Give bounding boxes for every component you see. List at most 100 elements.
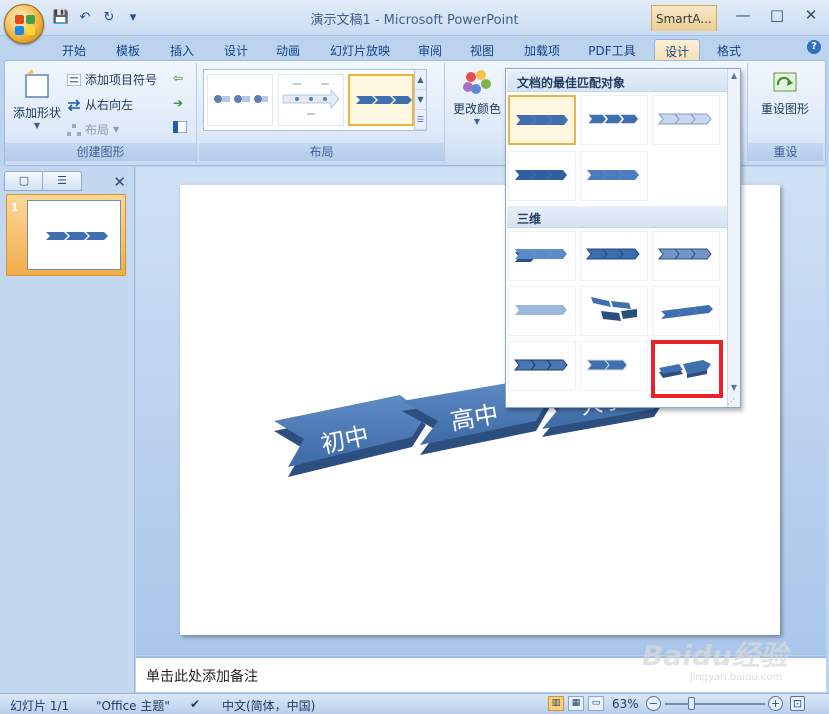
tab-animations[interactable]: 动画 (266, 39, 310, 60)
scroll-down-icon[interactable]: ▼ (415, 90, 426, 110)
tab-slideshow[interactable]: 幻灯片放映 (320, 39, 400, 60)
tab-home[interactable]: 开始 (52, 39, 96, 60)
arrow-timeline-thumb (282, 83, 340, 115)
slide-sorter-button[interactable]: ▦ (568, 696, 584, 711)
style-option-3d-inset[interactable] (580, 231, 648, 281)
status-bar: 幻灯片 1/1 "Office 主题" ✔ 中文(简体，中国) ▥ ▦ ▭ 63… (0, 693, 829, 714)
group-reset: 重设图形 重设 (747, 63, 823, 163)
layout-button[interactable]: 布局 ▼ (67, 121, 119, 138)
style-option-moderate[interactable] (508, 151, 576, 201)
section-header-best-match: 文档的最佳匹配对象 (507, 70, 727, 92)
slideshow-button[interactable]: ▭ (588, 696, 604, 711)
normal-view-button[interactable]: ▥ (548, 696, 564, 711)
style-option-3d-cartoon[interactable] (652, 231, 720, 281)
slide-thumbnail-item[interactable]: 1 (6, 194, 126, 276)
style-option-3d-polished[interactable] (508, 231, 576, 281)
help-icon[interactable]: ? (807, 40, 821, 54)
tab-addins[interactable]: 加载项 (514, 39, 570, 60)
scroll-up-icon[interactable]: ▲ (415, 70, 426, 90)
group-label-reset: 重设 (748, 143, 823, 161)
close-panel-icon[interactable]: ✕ (113, 173, 126, 191)
add-bullet-label: 添加项目符号 (85, 73, 158, 87)
spellcheck-icon[interactable]: ✔ (190, 697, 200, 711)
tab-slides[interactable]: ▢ (4, 171, 44, 191)
resize-grip-icon[interactable]: ⋰ (727, 397, 739, 407)
arrow-left-icon: ⇦ (173, 71, 184, 85)
slides-panel-tabs: ▢ ☰ ✕ (4, 171, 132, 193)
close-button[interactable]: ✕ (801, 6, 821, 26)
watermark-text: Baidu经验 (642, 639, 788, 672)
normal-view-icon: ▥ (551, 698, 561, 708)
add-shape-button[interactable]: 添加形状 ▼ (9, 67, 65, 139)
smartart-shape-1[interactable]: 初中 (274, 395, 426, 477)
reset-graphic-button[interactable]: 重设图形 (752, 67, 818, 139)
style-option-3d-flat[interactable] (652, 286, 720, 336)
change-colors-button[interactable]: 更改颜色 ▼ (451, 67, 503, 139)
style-option-intense[interactable] (580, 151, 648, 201)
gallery-more-icon[interactable]: ☰ (415, 110, 426, 130)
scroll-down-icon[interactable]: ▼ (728, 383, 740, 395)
slideshow-icon: ▭ (591, 698, 601, 708)
style-option-3d-sunset[interactable] (580, 341, 648, 391)
scroll-up-icon[interactable]: ▲ (728, 71, 740, 83)
tab-design[interactable]: 设计 (214, 39, 258, 60)
style-option-white-outline[interactable] (580, 95, 648, 145)
dropdown-scrollbar[interactable]: ▲ ▼ (727, 69, 740, 407)
dropdown-arrow-icon: ▼ (113, 125, 120, 134)
style-option-3d-powder[interactable] (508, 286, 576, 336)
style-option-3d-metallic[interactable] (508, 341, 576, 391)
style-thumb (515, 305, 567, 315)
zoom-in-button[interactable]: + (768, 696, 783, 711)
color-palette-icon (463, 70, 491, 94)
reset-graphic-icon (773, 72, 797, 92)
zoom-level[interactable]: 63% (612, 697, 639, 711)
smartart-tools-label: SmartA... (651, 5, 717, 31)
tab-insert[interactable]: 插入 (160, 39, 204, 60)
style-option-subtle[interactable] (652, 95, 720, 145)
zoom-slider[interactable] (665, 703, 765, 705)
fit-to-window-button[interactable]: ⊡ (790, 696, 805, 711)
thumbnail-chevrons (46, 232, 108, 240)
office-button[interactable] (4, 4, 44, 44)
slide-number: 1 (11, 201, 19, 214)
section-header-3d: 三维 (507, 206, 727, 228)
org-chart-icon (67, 123, 81, 136)
language-indicator[interactable]: 中文(简体，中国) (222, 697, 315, 714)
tab-pdf-tools[interactable]: PDF工具 (580, 39, 644, 60)
zoom-slider-thumb[interactable] (688, 697, 695, 710)
style-thumb (585, 359, 628, 371)
zoom-out-button[interactable]: − (646, 696, 661, 711)
layout-option-arrow-line[interactable] (278, 74, 344, 126)
text-pane-button[interactable] (173, 121, 187, 133)
tab-outline[interactable]: ☰ (42, 171, 82, 191)
right-to-left-button[interactable]: 从右向左 (67, 96, 133, 113)
tab-smartart-design[interactable]: 设计 (654, 39, 700, 60)
style-option-3d-brick[interactable] (580, 286, 648, 336)
demote-button[interactable]: ➔ (173, 96, 183, 110)
style-thumb (591, 297, 637, 321)
add-bullet-button[interactable]: 添加项目符号 (67, 71, 157, 88)
tab-templates[interactable]: 模板 (106, 39, 150, 60)
style-thumb (515, 170, 567, 180)
office-logo-icon (15, 15, 35, 35)
change-colors-label: 更改颜色 (452, 102, 501, 116)
right-to-left-label: 从右向左 (85, 98, 134, 112)
theme-name[interactable]: "Office 主题" (96, 697, 170, 714)
style-option-simple-fill[interactable] (508, 95, 576, 145)
add-shape-icon (25, 69, 49, 98)
bullet-list-icon (67, 73, 81, 86)
layout-option-chevrons[interactable] (348, 74, 414, 126)
tab-view[interactable]: 视图 (460, 39, 504, 60)
tab-review[interactable]: 审阅 (408, 39, 452, 60)
layout-option-circles[interactable] (207, 74, 273, 126)
tab-format[interactable]: 格式 (706, 39, 752, 60)
circle-process-thumb (214, 95, 268, 103)
gallery-scrollbar[interactable]: ▲ ▼ ☰ (414, 70, 426, 130)
dropdown-arrow-icon: ▼ (473, 117, 481, 126)
minimize-button[interactable]: — (733, 6, 753, 26)
swap-arrows-icon (67, 98, 81, 111)
maximize-button[interactable]: □ (767, 6, 787, 26)
promote-button[interactable]: ⇦ (173, 71, 183, 85)
dropdown-arrow-icon: ▼ (33, 121, 41, 130)
style-thumb (657, 113, 712, 125)
